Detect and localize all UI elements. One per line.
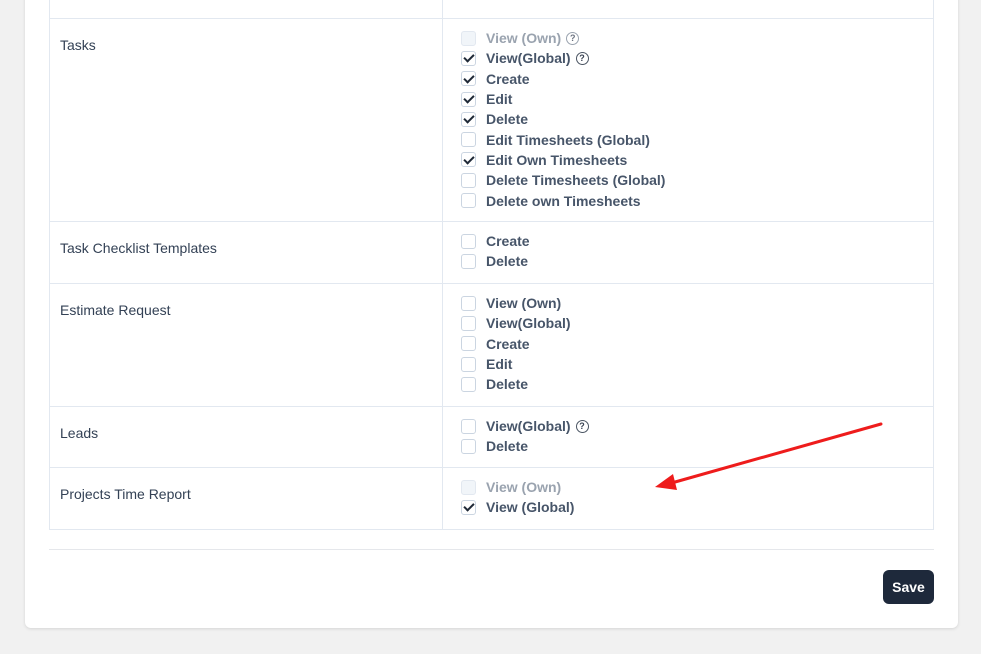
capabilities-list: View(Global)? Delete <box>443 407 933 466</box>
capability-option[interactable]: Delete Timesheets (Global) <box>461 170 933 190</box>
save-button[interactable]: Save <box>883 570 934 604</box>
capability-label: View(Global) <box>486 418 571 435</box>
capabilities-cell: View (Own) View(Global) Create Edit Delete <box>442 283 934 407</box>
feature-cell: Leads <box>49 406 443 468</box>
capability-option[interactable]: View(Global)? <box>461 48 933 68</box>
capability-label: Create <box>486 70 530 87</box>
capability-option: View (Own) <box>461 477 933 497</box>
capability-option[interactable]: Edit Own Timesheets <box>461 150 933 170</box>
capability-checkbox[interactable] <box>461 50 476 66</box>
feature-name: Estimate Request <box>60 302 171 318</box>
footer-divider <box>49 549 934 550</box>
capabilities-list: Create Delete <box>443 222 933 281</box>
capability-label: View (Own) <box>486 295 562 312</box>
capability-label: View(Global) <box>486 50 571 67</box>
capability-label: Delete <box>486 253 529 270</box>
permission-row: Task Checklist Templates Create Delete <box>49 221 934 284</box>
capability-option[interactable]: Create <box>461 231 933 251</box>
capability-label: Edit Timesheets (Global) <box>486 131 650 148</box>
capability-option[interactable]: Delete <box>461 374 933 394</box>
capability-checkbox <box>461 479 476 495</box>
capability-checkbox[interactable] <box>461 336 476 352</box>
permission-row: Tasks View (Own)? View(Global)? Create Edit D… <box>49 18 934 222</box>
capability-label: Delete Timesheets (Global) <box>486 172 666 189</box>
capability-label: Create <box>486 233 530 250</box>
feature-cell: Projects Time Report <box>49 467 443 530</box>
capability-checkbox[interactable] <box>461 172 476 188</box>
feature-name: Task Checklist Templates <box>60 240 217 256</box>
help-icon[interactable]: ? <box>575 51 589 65</box>
capability-checkbox[interactable] <box>461 356 476 372</box>
capability-label: Create <box>486 335 530 352</box>
capability-option[interactable]: Create <box>461 69 933 89</box>
help-icon[interactable]: ? <box>566 31 580 45</box>
feature-name: Tasks <box>60 37 96 53</box>
permission-row: Projects Time Report View (Own) View (Glob… <box>49 467 934 530</box>
capability-option: View (Own)? <box>461 28 933 48</box>
permission-row: Estimate Request View (Own) View(Global) Cr… <box>49 283 934 407</box>
capability-label: View (Global) <box>486 499 575 516</box>
capability-option[interactable]: Create <box>461 334 933 354</box>
permission-row: Delete <box>49 0 934 19</box>
capabilities-list: View (Own) View(Global) Create Edit Delete <box>443 284 933 403</box>
capability-checkbox[interactable] <box>461 91 476 107</box>
capability-checkbox[interactable] <box>461 111 476 127</box>
permissions-table: DeleteTasksView (Own)?View(Global)?Creat… <box>49 0 934 530</box>
capability-checkbox[interactable] <box>461 152 476 168</box>
capability-checkbox[interactable] <box>461 132 476 148</box>
feature-name: Leads <box>60 425 99 441</box>
capability-checkbox[interactable] <box>461 376 476 392</box>
capability-option[interactable]: Edit Timesheets (Global) <box>461 129 933 149</box>
capability-checkbox[interactable] <box>461 71 476 87</box>
capability-option[interactable]: Edit <box>461 354 933 374</box>
capabilities-cell: Create Delete <box>442 221 934 284</box>
capability-checkbox[interactable] <box>461 438 476 454</box>
permissions-table-body: DeleteTasksView (Own)?View(Global)?Creat… <box>49 0 934 530</box>
capability-label: Delete <box>486 438 529 455</box>
capability-option[interactable]: Delete own Timesheets <box>461 190 933 210</box>
capability-option[interactable]: Delete <box>461 436 933 456</box>
capability-label: Delete <box>486 111 529 128</box>
capability-label: Edit <box>486 91 513 108</box>
help-icon[interactable]: ? <box>575 419 589 433</box>
capabilities-cell: View (Own)? View(Global)? Create Edit Delete… <box>442 18 934 222</box>
capability-checkbox <box>461 30 476 46</box>
capabilities-cell: Delete <box>442 0 934 19</box>
capabilities-list: View (Own) View (Global) <box>443 468 933 527</box>
capabilities-cell: View (Own) View (Global) <box>442 467 934 530</box>
capability-option[interactable]: View(Global) <box>461 313 933 333</box>
capability-label: View(Global) <box>486 315 571 332</box>
permission-row: Leads View(Global)? Delete <box>49 406 934 468</box>
capability-label: Edit Own Timesheets <box>486 151 628 168</box>
feature-cell: Tasks <box>49 18 443 222</box>
capability-checkbox[interactable] <box>461 418 476 434</box>
capability-option[interactable]: Delete <box>461 109 933 129</box>
capability-checkbox[interactable] <box>461 295 476 311</box>
capabilities-list: View (Own)? View(Global)? Create Edit Delete… <box>443 19 933 220</box>
feature-cell: Estimate Request <box>49 283 443 407</box>
capability-checkbox[interactable] <box>461 253 476 269</box>
capability-checkbox[interactable] <box>461 499 476 515</box>
capability-label: View (Own) <box>486 479 562 496</box>
capability-option[interactable]: View (Global) <box>461 497 933 517</box>
capabilities-cell: View(Global)? Delete <box>442 406 934 468</box>
feature-cell <box>49 0 443 19</box>
feature-name: Projects Time Report <box>60 486 191 502</box>
capability-checkbox[interactable] <box>461 233 476 249</box>
capability-option[interactable]: Edit <box>461 89 933 109</box>
capability-label: Edit <box>486 356 513 373</box>
capabilities-list: Delete <box>443 0 933 4</box>
capability-option[interactable]: Delete <box>461 251 933 271</box>
capability-label: View (Own) <box>486 30 562 47</box>
feature-cell: Task Checklist Templates <box>49 221 443 284</box>
capability-label: Delete own Timesheets <box>486 192 641 209</box>
capability-option[interactable]: View(Global)? <box>461 416 933 436</box>
capability-option[interactable]: View (Own) <box>461 293 933 313</box>
capability-checkbox[interactable] <box>461 315 476 331</box>
capability-checkbox[interactable] <box>461 193 476 209</box>
capability-label: Delete <box>486 376 529 393</box>
